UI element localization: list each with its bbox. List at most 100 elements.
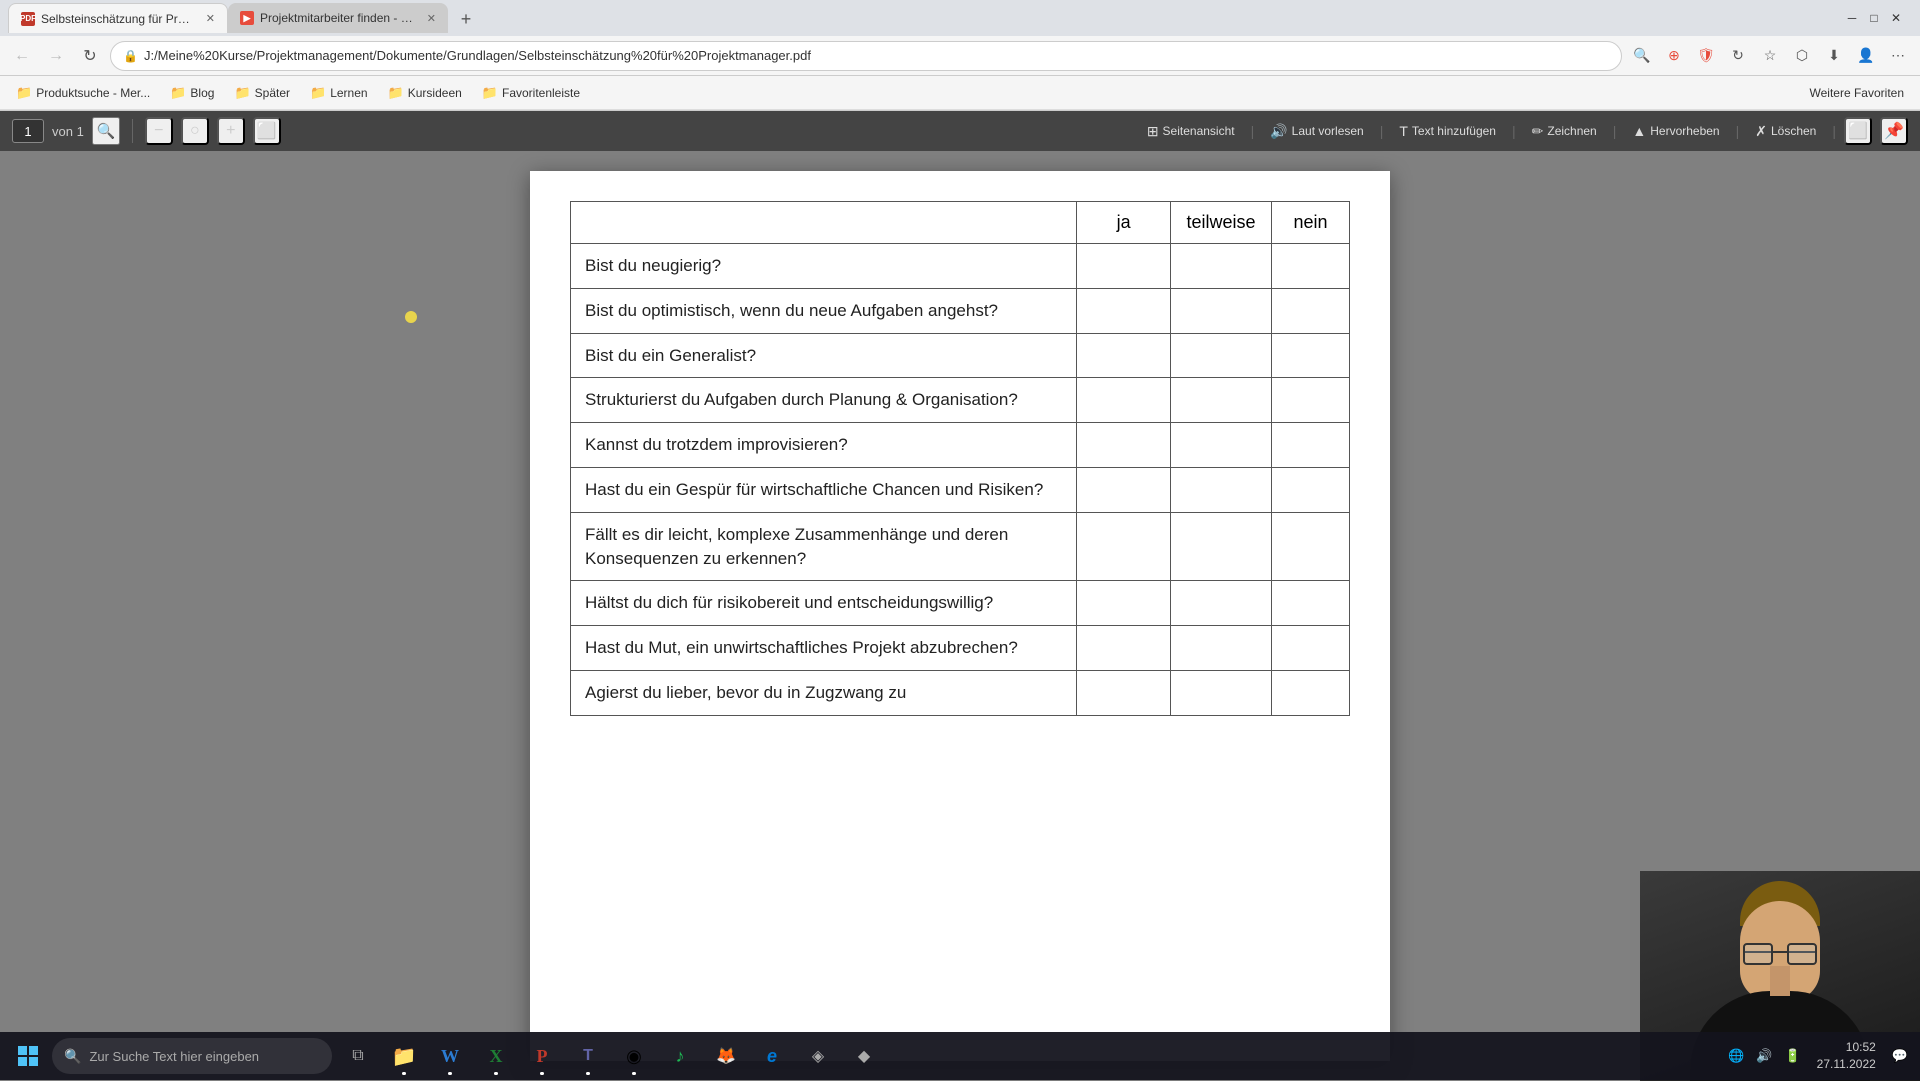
pdf-toolbar: von 1 🔍 − ○ + ⬜ ⊞ Seitenansicht | 🔊 Laut… [0,111,1920,151]
text-label: Text hinzufügen [1412,124,1496,138]
download-icon[interactable]: ⬇ [1820,42,1848,70]
notification-icon[interactable]: 💬 [1888,1044,1912,1068]
forward-button[interactable]: → [42,42,70,70]
pdf-tool-loeschen[interactable]: ✗ Löschen [1747,119,1824,144]
pdf-tool-seitenansicht[interactable]: ⊞ Seitenansicht [1139,119,1243,144]
bookmark-kursideen[interactable]: 📁 Kursideen [380,81,470,105]
bookmark-blog[interactable]: 📁 Blog [162,81,222,105]
refresh-button[interactable]: ↻ [76,42,104,70]
check-teilweise-6 [1170,467,1271,512]
tab-2-close[interactable]: ✕ [427,12,436,25]
question-1: Bist du neugierig? [571,244,1077,289]
maximize-button[interactable]: □ [1866,10,1882,26]
check-teilweise-4 [1170,378,1271,423]
bookmark-spaeter[interactable]: 📁 Später [226,81,298,105]
teams-indicator [586,1072,590,1075]
teams-icon: T [583,1047,593,1065]
pdf-expand-button[interactable]: ⬜ [1844,117,1872,145]
volume-icon[interactable]: 🔊 [1752,1044,1776,1068]
table-header-teilweise: teilweise [1170,202,1271,244]
pdf-zoom-reset[interactable]: ○ [181,117,209,145]
adblock-icon[interactable]: 🛡 [1692,42,1720,70]
pdf-tool-hervorheben[interactable]: ▲ Hervorheben [1624,119,1727,143]
close-button[interactable]: ✕ [1888,10,1904,26]
hervorheben-label: Hervorheben [1650,124,1719,138]
taskview-icon: ⧉ [352,1047,363,1065]
check-ja-4 [1077,378,1170,423]
taskbar-search[interactable]: 🔍 Zur Suche Text hier eingeben [52,1038,332,1074]
pdf-tool-vorlesen[interactable]: 🔊 Laut vorlesen [1262,119,1371,144]
taskbar-app-firefox[interactable]: 🦊 [704,1034,748,1078]
word-icon: W [441,1046,459,1067]
check-nein-6 [1272,467,1350,512]
collections-icon[interactable]: ⬡ [1788,42,1816,70]
bookmark-favoritenleiste[interactable]: 📁 Favoritenleiste [474,81,588,105]
star-icon[interactable]: ☆ [1756,42,1784,70]
taskbar-app-taskview[interactable]: ⧉ [336,1034,380,1078]
taskbar-time[interactable]: 10:52 27.11.2022 [1809,1035,1884,1077]
main-content: ja teilweise nein Bist du neugierig? Bis… [0,151,1920,1081]
pdf-zoom-plus[interactable]: + [217,117,245,145]
taskbar-app-teams[interactable]: T [566,1034,610,1078]
zeichnen-label: Zeichnen [1547,124,1596,138]
taskbar-search-placeholder: Zur Suche Text hier eingeben [89,1049,259,1064]
table-header-nein: nein [1272,202,1350,244]
text-icon: T [1399,123,1408,139]
network-icon[interactable]: 🌐 [1724,1044,1748,1068]
taskbar-app-misc2[interactable]: ◆ [842,1034,886,1078]
pdf-zoom-minus[interactable]: − [145,117,173,145]
table-row: Hast du Mut, ein unwirtschaftliches Proj… [571,626,1350,671]
time-display: 10:52 [1817,1039,1876,1056]
chrome-icon: ◉ [626,1046,642,1067]
taskbar-app-edge[interactable]: e [750,1034,794,1078]
taskbar-app-spotify[interactable]: ♪ [658,1034,702,1078]
zeichnen-icon: ✏ [1532,123,1544,140]
check-ja-10 [1077,670,1170,715]
bookmark-lernen[interactable]: 📁 Lernen [302,81,376,105]
battery-icon[interactable]: 🔋 [1780,1044,1804,1068]
taskbar-app-misc1[interactable]: ◈ [796,1034,840,1078]
minimize-button[interactable]: ─ [1844,10,1860,26]
pdf-tool-text[interactable]: T Text hinzufügen [1391,119,1504,143]
pdf-pin-button[interactable]: 📌 [1880,117,1908,145]
folder-icon-2: 📁 [170,85,186,101]
taskbar-app-explorer[interactable]: 📁 [382,1034,426,1078]
table-row: Strukturierst du Aufgaben durch Planung … [571,378,1350,423]
tab-2[interactable]: ▶ Projektmitarbeiter finden - was ... ✕ [228,3,448,33]
taskbar-app-word[interactable]: W [428,1034,472,1078]
loeschen-icon: ✗ [1755,123,1767,140]
refresh2-icon[interactable]: ↻ [1724,42,1752,70]
pdf-fit-page[interactable]: ⬜ [253,117,281,145]
check-nein-10 [1272,670,1350,715]
check-teilweise-5 [1170,423,1271,468]
taskbar-app-chrome[interactable]: ◉ [612,1034,656,1078]
taskbar-app-excel[interactable]: X [474,1034,518,1078]
back-button[interactable]: ← [8,42,36,70]
zoom-icon[interactable]: 🔍 [1628,42,1656,70]
user-icon[interactable]: 👤 [1852,42,1880,70]
check-teilweise-8 [1170,581,1271,626]
pdf-search-button[interactable]: 🔍 [92,117,120,145]
tab-1-close[interactable]: ✕ [206,12,215,25]
check-ja-3 [1077,333,1170,378]
settings-icon[interactable]: ⋯ [1884,42,1912,70]
pdf-tool-zeichnen[interactable]: ✏ Zeichnen [1524,119,1605,144]
ppt-icon: P [537,1046,548,1067]
question-10: Agierst du lieber, bevor du in Zugzwang … [571,670,1077,715]
new-tab-button[interactable]: + [452,5,480,33]
bookmark-spaeter-label: Später [255,86,290,100]
start-button[interactable] [8,1036,48,1076]
address-bar[interactable]: 🔒 J:/Meine%20Kurse/Projektmanagement/Dok… [110,41,1622,71]
taskbar-app-ppt[interactable]: P [520,1034,564,1078]
profile-icon[interactable]: ⊕ [1660,42,1688,70]
tab-1[interactable]: PDF Selbsteinschätzung für Projektm... ✕ [8,3,228,33]
weitere-favoriten[interactable]: Weitere Favoriten [1802,82,1912,104]
bookmark-produktsuche[interactable]: 📁 Produktsuche - Mer... [8,81,158,105]
bookmark-kursideen-label: Kursideen [408,86,462,100]
word-indicator [448,1072,452,1075]
folder-icon-5: 📁 [388,85,404,101]
pdf-page-input[interactable] [12,119,44,143]
pdf-viewer[interactable]: ja teilweise nein Bist du neugierig? Bis… [0,151,1920,1081]
ppt-indicator [540,1072,544,1075]
check-nein-3 [1272,333,1350,378]
